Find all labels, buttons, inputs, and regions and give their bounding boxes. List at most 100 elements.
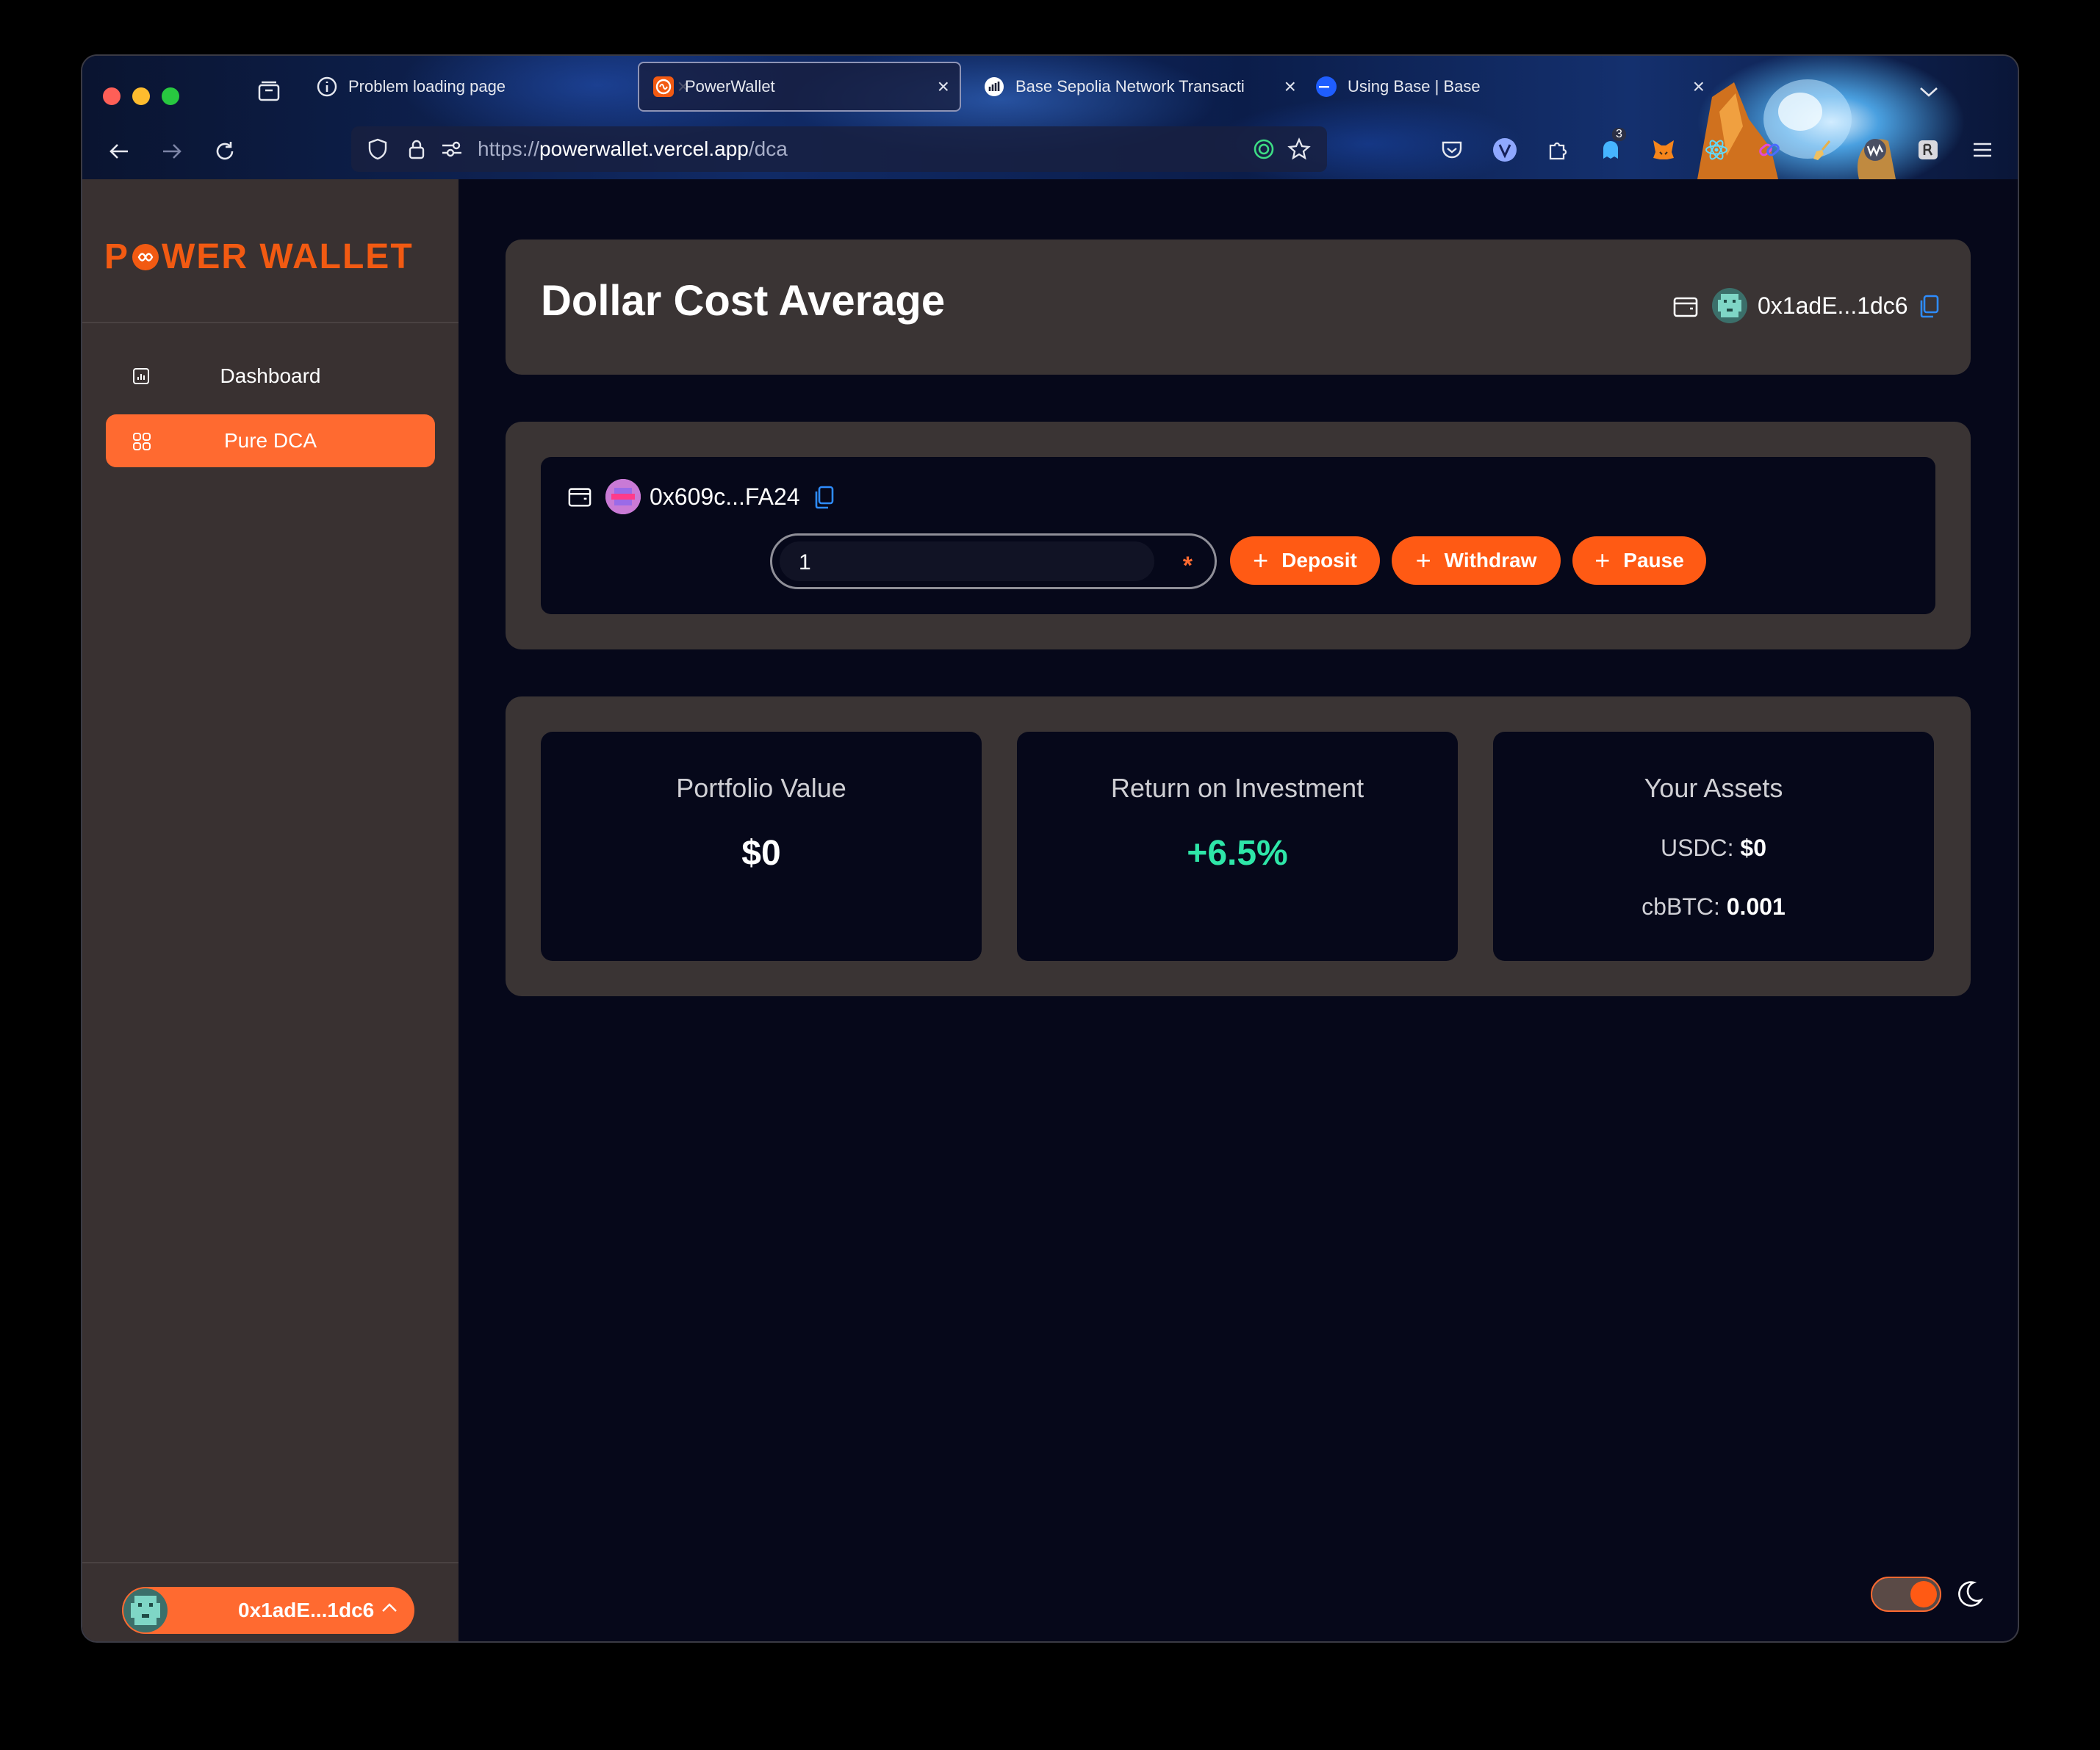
tab-basescan[interactable]: Base Sepolia Network Transacti ×: [970, 62, 1296, 112]
minimize-window-button[interactable]: [132, 87, 150, 105]
assets-card: Your Assets USDC: $0 cbBTC: 0.001: [1493, 732, 1934, 961]
roi-value: +6.5%: [1187, 834, 1288, 873]
url-bar[interactable]: https://powerwallet.vercel.app/dca: [351, 126, 1327, 172]
logo-infinity-icon: [131, 242, 160, 272]
plus-icon: +: [1415, 545, 1431, 575]
sidebar-item-pure-dca[interactable]: Pure DCA: [106, 414, 435, 467]
base-favicon: [1315, 76, 1337, 98]
close-tab-icon[interactable]: ×: [1284, 75, 1296, 98]
tab-title: PowerWallet: [685, 77, 775, 96]
lock-icon[interactable]: [404, 138, 429, 160]
avatar: [123, 1588, 168, 1632]
extensions-puzzle-icon[interactable]: [1542, 134, 1574, 166]
required-asterisk: *: [1182, 552, 1193, 580]
pause-label: Pause: [1623, 549, 1684, 572]
bookmark-star-icon[interactable]: [1284, 137, 1314, 161]
strategy-card: 0x609c...FA24 1 * + Deposit + Withdraw + Pa…: [541, 457, 1935, 614]
tab-list-chevron-icon[interactable]: [1910, 73, 1947, 110]
tab-powerwallet[interactable]: PowerWallet ×: [638, 62, 961, 112]
wallet-icon: [1672, 294, 1699, 319]
chevron-up-icon: [381, 1602, 398, 1613]
sidebar-footer-divider: [82, 1562, 459, 1563]
moon-icon: [1955, 1578, 1984, 1609]
v-extension-icon[interactable]: [1489, 134, 1521, 166]
portfolio-value: $0: [741, 834, 781, 873]
url-scheme: https://: [478, 137, 540, 160]
forward-arrow-icon[interactable]: [153, 132, 191, 170]
url-text[interactable]: https://powerwallet.vercel.app/dca: [478, 137, 788, 161]
notion-extension-icon[interactable]: [1912, 134, 1944, 166]
card-heading: Your Assets: [1644, 773, 1783, 803]
wallet-address: 0x1adE...1dc6: [1758, 292, 1908, 319]
toggle-knob: [1910, 1581, 1937, 1607]
page-header: Dollar Cost Average 0x1adE...1dc6: [506, 240, 1971, 375]
plus-icon: +: [1253, 545, 1269, 575]
usdc-balance: USDC: $0: [1493, 835, 1934, 862]
theme-toggle[interactable]: [1871, 1577, 1941, 1612]
account-menu-button[interactable]: 0x1adE...1dc6: [122, 1587, 414, 1634]
reload-icon[interactable]: [206, 132, 244, 170]
card-heading: Return on Investment: [1110, 773, 1364, 803]
strategy-address: 0x609c...FA24: [650, 483, 800, 510]
amount-input-field: [780, 541, 1154, 581]
sidebar: P WER WALLET Dashboard Pure DCA 0x1adE..…: [82, 179, 459, 1641]
copy-icon[interactable]: [813, 485, 835, 510]
tracking-shield-icon[interactable]: [363, 138, 392, 160]
account-address: 0x1adE...1dc6: [238, 1599, 375, 1621]
extension-badge-count: 3: [1612, 128, 1626, 141]
back-arrow-icon[interactable]: [100, 132, 138, 170]
powerwallet-favicon: [652, 76, 675, 98]
withdraw-button[interactable]: + Withdraw: [1392, 536, 1561, 585]
plus-icon: +: [1594, 545, 1611, 575]
metamask-fox-icon[interactable]: [1647, 134, 1680, 166]
strategy-panel: 0x609c...FA24 1 * + Deposit + Withdraw + Pa…: [506, 422, 1971, 649]
pocket-icon[interactable]: [1436, 134, 1468, 166]
info-circle-icon: [316, 76, 338, 98]
logo-letter: P: [104, 237, 130, 276]
browser-window: Problem loading page × PowerWallet × Bas…: [82, 56, 2018, 1641]
wallet-avatar: [1712, 288, 1747, 323]
deposit-label: Deposit: [1281, 549, 1357, 572]
tab-groups-icon[interactable]: [254, 76, 284, 106]
broom-icon[interactable]: [1806, 134, 1838, 166]
stats-panel: Portfolio Value $0 Return on Investment …: [506, 696, 1971, 996]
basescan-favicon: [983, 76, 1005, 98]
copy-icon[interactable]: [1918, 294, 1940, 319]
link-extension-icon[interactable]: [1753, 134, 1786, 166]
cbbtc-value: 0.001: [1726, 893, 1786, 920]
usdc-label: USDC:: [1660, 835, 1734, 861]
logo-text: WER WALLET: [162, 237, 414, 276]
wallet-icon: [567, 485, 592, 508]
tab-title: Using Base | Base: [1348, 77, 1481, 96]
site-permissions-icon[interactable]: [439, 140, 464, 158]
deposit-button[interactable]: + Deposit: [1230, 536, 1380, 585]
sidebar-item-label: Pure DCA: [223, 429, 317, 452]
extension-badge-icon[interactable]: 3: [1594, 128, 1627, 166]
pause-button[interactable]: + Pause: [1572, 536, 1706, 585]
url-host: powerwallet.vercel.app: [539, 137, 749, 160]
close-window-button[interactable]: [103, 87, 121, 105]
sidebar-item-label: Dashboard: [220, 364, 321, 387]
wave-extension-icon[interactable]: [1859, 134, 1891, 166]
strategy-avatar: [605, 479, 641, 514]
amount-value: 1: [799, 550, 811, 575]
tab-using-base[interactable]: Using Base | Base ×: [1302, 62, 1714, 112]
react-devtools-icon[interactable]: [1700, 134, 1733, 166]
page-title: Dollar Cost Average: [541, 277, 946, 325]
maximize-window-button[interactable]: [162, 87, 179, 105]
cbbtc-balance: cbBTC: 0.001: [1493, 893, 1934, 921]
sidebar-divider: [82, 322, 459, 323]
cbbtc-label: cbBTC:: [1641, 893, 1720, 920]
usdc-value: $0: [1740, 835, 1767, 861]
portfolio-value-card: Portfolio Value $0: [541, 732, 982, 961]
app-logo[interactable]: P WER WALLET: [104, 237, 414, 277]
sidebar-item-dashboard[interactable]: Dashboard: [106, 350, 435, 403]
withdraw-label: Withdraw: [1444, 549, 1537, 572]
hamburger-menu-icon[interactable]: [1966, 134, 1999, 166]
close-tab-icon[interactable]: ×: [938, 75, 949, 98]
amount-input[interactable]: 1 *: [770, 533, 1217, 589]
url-path: /dca: [748, 137, 788, 160]
tracker-status-icon[interactable]: [1251, 138, 1277, 160]
roi-card: Return on Investment +6.5%: [1017, 732, 1458, 961]
browser-chrome: Problem loading page × PowerWallet × Bas…: [82, 56, 2018, 179]
